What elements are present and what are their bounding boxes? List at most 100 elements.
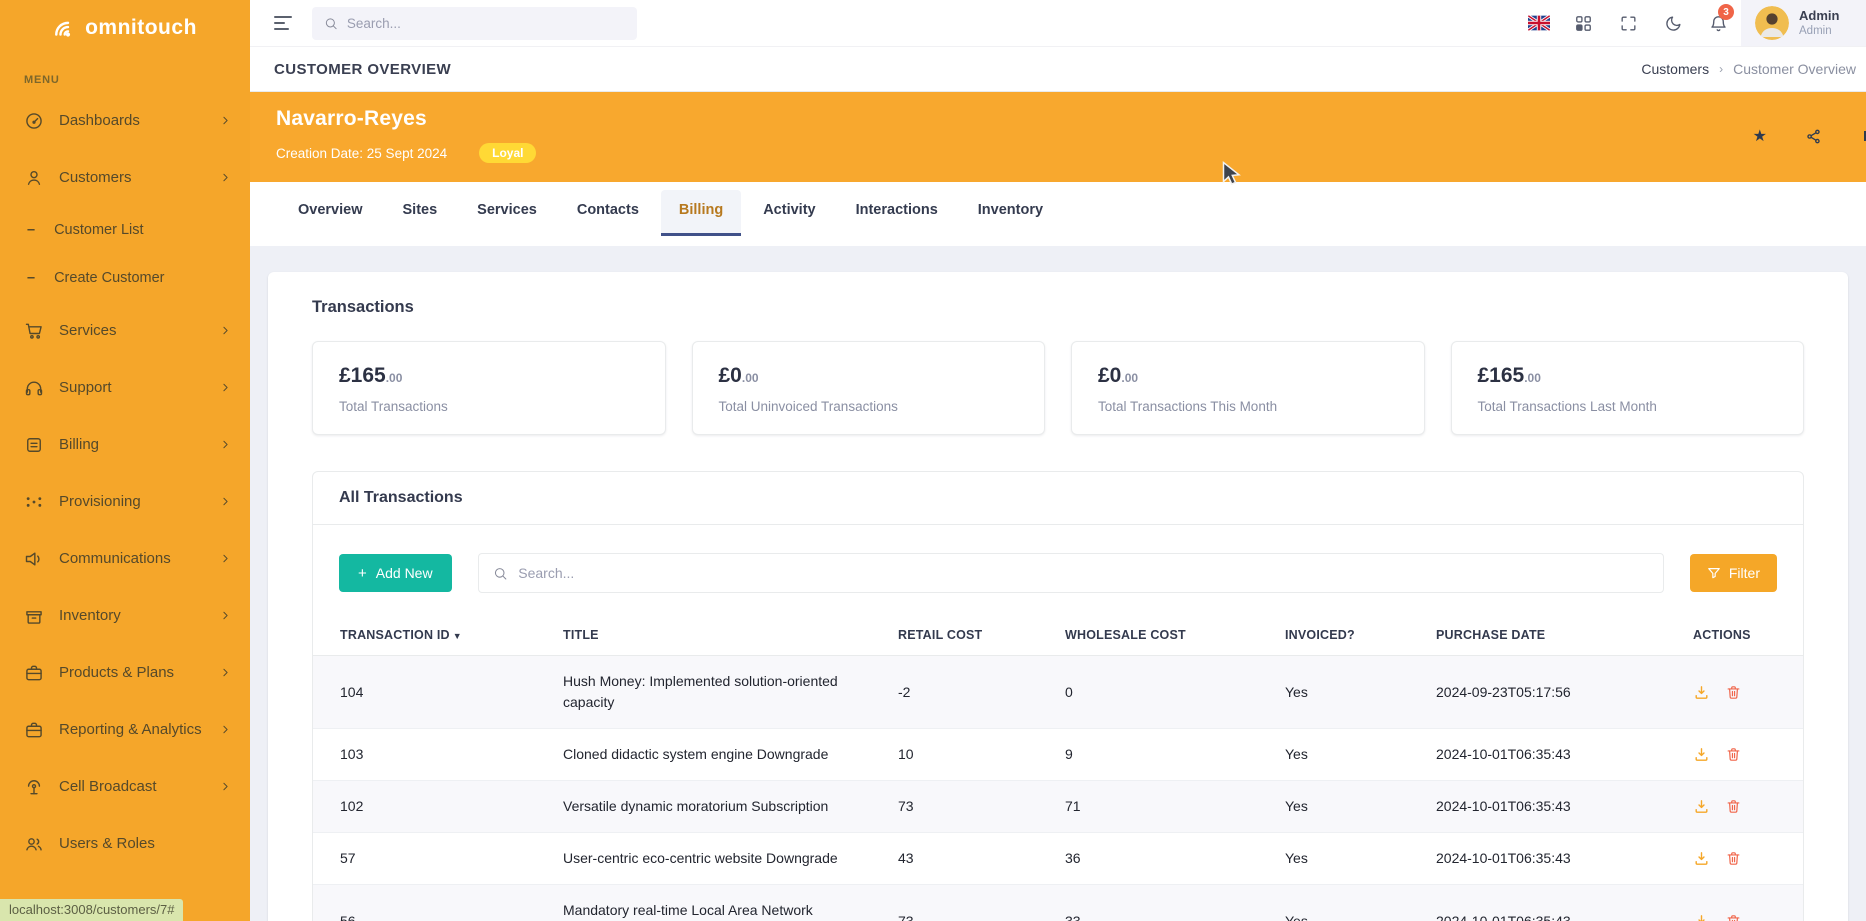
dark-mode-button[interactable] [1651,0,1696,46]
share-icon[interactable] [1805,128,1822,145]
trash-icon[interactable] [1725,746,1742,763]
table-search[interactable] [478,553,1664,593]
chevron-right-icon [219,666,232,679]
sidebar-item-provisioning[interactable]: Provisioning [0,473,250,530]
billing-card: Transactions £165.00Total Transactions£0… [268,272,1848,921]
notifications-button[interactable]: 3 [1696,0,1741,46]
tab-billing[interactable]: Billing [661,190,741,236]
user-role: Admin [1799,24,1839,38]
app-logo[interactable]: omnitouch [0,0,250,56]
global-search[interactable] [312,7,637,40]
sidebar-item-label: Inventory [59,607,121,624]
col-transaction-id[interactable]: TRANSACTION ID▼ [313,615,553,656]
table-search-icon [493,566,508,581]
stat-label: Total Uninvoiced Transactions [719,399,1019,414]
stat-label: Total Transactions [339,399,639,414]
trash-icon[interactable] [1725,913,1742,921]
cell-retail-cost: 73 [888,781,1055,833]
trash-icon[interactable] [1725,684,1742,701]
filter-funnel-icon [1707,566,1721,580]
tab-sites[interactable]: Sites [385,190,456,236]
sidebar-item-services[interactable]: Services [0,302,250,359]
col-retail-cost[interactable]: RETAIL COST [888,615,1055,656]
add-new-button[interactable]: + Add New [339,554,452,592]
sidebar-item-users-roles[interactable]: Users & Roles [0,815,250,872]
sidebar-subitem-customer-list[interactable]: –Customer List [0,206,250,254]
tab-contacts[interactable]: Contacts [559,190,657,236]
fullscreen-button[interactable] [1606,0,1651,46]
sidebar-item-billing[interactable]: Billing [0,416,250,473]
sidebar-item-products-plans[interactable]: Products & Plans [0,644,250,701]
row-actions [1693,684,1793,701]
gauge-icon [24,111,44,131]
col-purchase-date[interactable]: PURCHASE DATE [1426,615,1683,656]
chevron-right-icon [219,171,232,184]
stat-card-total-transactions-last-month: £165.00Total Transactions Last Month [1451,341,1805,435]
tab-inventory[interactable]: Inventory [960,190,1061,236]
user-name: Admin [1799,8,1839,24]
tab-overview[interactable]: Overview [280,190,381,236]
favorite-star-icon[interactable]: ★ [1753,126,1767,146]
apps-grid-button[interactable] [1561,0,1606,46]
tab-activity[interactable]: Activity [745,190,833,236]
table-search-input[interactable] [518,565,1649,581]
chevron-right-icon [219,609,232,622]
trash-icon[interactable] [1725,798,1742,815]
user-profile-menu[interactable]: Admin Admin [1741,0,1866,46]
stat-amount: £165 [339,364,386,387]
sidebar-item-label: Dashboards [59,112,140,129]
col-wholesale-cost[interactable]: WHOLESALE COST [1055,615,1275,656]
creation-date: Creation Date: 25 Sept 2024 [276,146,447,161]
headphones-icon [24,378,44,398]
download-icon[interactable] [1693,850,1710,867]
download-icon[interactable] [1693,746,1710,763]
sidebar-item-dashboards[interactable]: Dashboards [0,92,250,149]
menu-toggle-icon[interactable] [274,16,292,30]
customer-tabs: OverviewSitesServicesContactsBillingActi… [250,182,1866,246]
stat-cents: .00 [742,371,759,385]
all-transactions-title: All Transactions [313,472,1803,525]
download-icon[interactable] [1693,684,1710,701]
stat-cents: .00 [1524,371,1541,385]
breadcrumb-parent[interactable]: Customers [1641,61,1709,77]
chevron-right-icon [219,495,232,508]
cell-invoiced: Yes [1275,833,1426,885]
sidebar-item-support[interactable]: Support [0,359,250,416]
sidebar-item-label: Support [59,379,112,396]
global-search-input[interactable] [347,16,625,31]
transactions-table-body: 104Hush Money: Implemented solution-orie… [313,656,1803,921]
cell-purchase-date: 2024-10-01T06:35:43 [1426,885,1683,921]
sidebar-item-inventory[interactable]: Inventory [0,587,250,644]
filter-button[interactable]: Filter [1690,554,1777,592]
topbar: 3 Admin Admin [250,0,1866,46]
download-icon[interactable] [1693,913,1710,921]
tab-services[interactable]: Services [459,190,555,236]
breadcrumb-current: Customer Overview [1733,61,1856,77]
broadcast-icon [24,777,44,797]
dash-bullet-icon: – [27,270,35,286]
cell-title: User-centric eco-centric website Downgra… [553,833,888,885]
sidebar-item-communications[interactable]: Communications [0,530,250,587]
cell-purchase-date: 2024-10-01T06:35:43 [1426,781,1683,833]
table-header-row: TRANSACTION ID▼ TITLE RETAIL COST WHOLES… [313,615,1803,656]
sidebar-item-cell-broadcast[interactable]: Cell Broadcast [0,758,250,815]
page-header-bar: CUSTOMER OVERVIEW Customers › Customer O… [250,46,1866,92]
tab-interactions[interactable]: Interactions [838,190,956,236]
cell-retail-cost: -2 [888,656,1055,729]
sidebar-item-label: Products & Plans [59,664,174,681]
col-invoiced[interactable]: INVOICED? [1275,615,1426,656]
download-icon[interactable] [1693,798,1710,815]
sidebar-subitem-create-customer[interactable]: –Create Customer [0,254,250,302]
provisioning-dots-icon [24,492,44,512]
sidebar-item-reporting-analytics[interactable]: Reporting & Analytics [0,701,250,758]
col-title[interactable]: TITLE [553,615,888,656]
sidebar-item-customers[interactable]: Customers [0,149,250,206]
language-flag-button[interactable] [1516,0,1561,46]
trash-icon[interactable] [1725,850,1742,867]
row-actions [1693,798,1793,815]
cell-wholesale-cost: 0 [1055,656,1275,729]
page-title: CUSTOMER OVERVIEW [274,61,451,78]
stat-label: Total Transactions This Month [1098,399,1398,414]
chevron-right-icon [219,723,232,736]
cell-purchase-date: 2024-10-01T06:35:43 [1426,833,1683,885]
